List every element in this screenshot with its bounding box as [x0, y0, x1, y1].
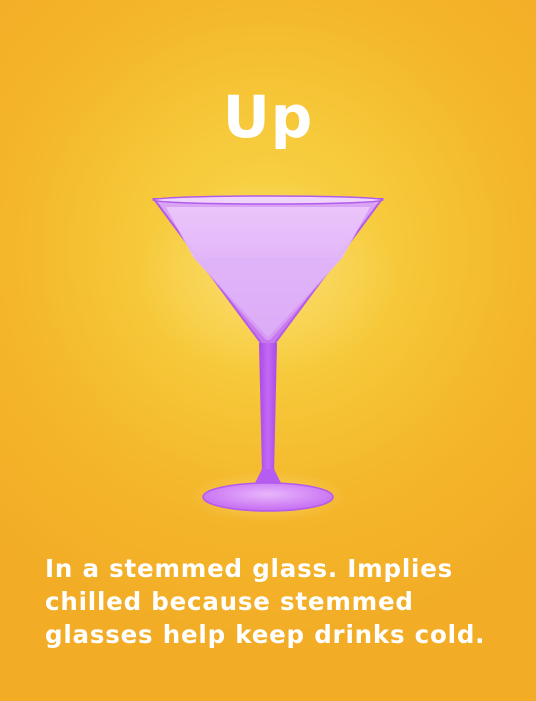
card-title: Up — [222, 83, 314, 151]
martini-glass-icon — [140, 185, 396, 523]
card-caption: In a stemmed glass. Implies chilled beca… — [45, 554, 486, 649]
card: Up In a stemmed glass. Implies chilled b… — [0, 0, 536, 701]
